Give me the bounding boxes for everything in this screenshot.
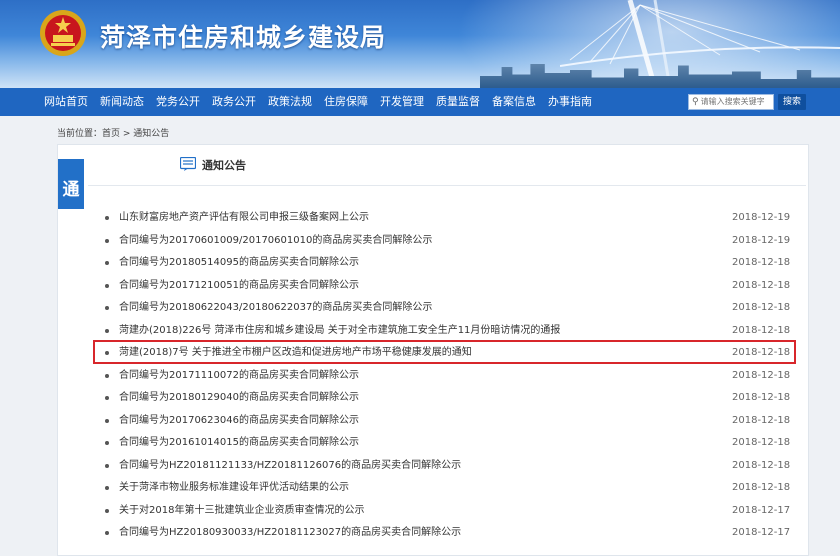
list-item[interactable]: 菏建(2018)7号 关于推进全市棚户区改造和促进房地产市场平稳健康发展的通知 2… [58,342,808,365]
search-placeholder: 请输入搜索关键字 [700,97,765,106]
national-emblem-icon [40,10,86,56]
notice-date: 2018-12-18 [732,459,791,471]
search-input[interactable]: ⚲ 请输入搜索关键字 [688,94,774,110]
notice-title[interactable]: 合同编号为20180514095的商品房买卖合同解除公示 [119,252,359,275]
list-item[interactable]: 关于对2018年第十三批建筑业企业资质审查情况的公示 2018-12-17 [58,500,808,523]
main-nav: 网站首页 新闻动态 党务公开 政务公开 政策法规 住房保障 开发管理 质量监督 … [0,88,840,116]
list-item[interactable]: 合同编号为20161014015的商品房买卖合同解除公示 2018-12-18 [58,432,808,455]
side-tab: 通 [58,159,84,209]
nav-item-records[interactable]: 备案信息 [492,88,536,116]
nav-item-government-affairs[interactable]: 政务公开 [212,88,256,116]
notice-date: 2018-12-18 [732,414,791,426]
notice-list: 山东财富房地产资产评估有限公司申报三级备案网上公示 2018-12-19 合同编号… [58,207,808,545]
notice-title[interactable]: 菏建办(2018)226号 菏泽市住房和城乡建设局 关于对全市建筑施工安全生产1… [119,320,560,343]
site-title: 菏泽市住房和城乡建设局 [100,23,387,52]
nav-item-news[interactable]: 新闻动态 [100,88,144,116]
notice-date: 2018-12-18 [732,437,791,448]
list-item[interactable]: 山东财富房地产资产评估有限公司申报三级备案网上公示 2018-12-19 [58,207,808,230]
list-item[interactable]: 合同编号为20180129040的商品房买卖合同解除公示 2018-12-18 [58,387,808,410]
bullet-icon [105,396,109,400]
notice-title[interactable]: 山东财富房地产资产评估有限公司申报三级备案网上公示 [119,207,369,230]
search-icon: ⚲ [692,97,699,107]
notice-title[interactable]: 合同编号为HZ20181121133/HZ20181126076的商品房买卖合同… [119,455,461,478]
notice-date: 2018-12-18 [732,392,791,403]
notice-date: 2018-12-18 [732,302,791,313]
list-item[interactable]: 菏建办(2018)226号 菏泽市住房和城乡建设局 关于对全市建筑施工安全生产1… [58,320,808,343]
notice-date: 2018-12-18 [732,369,791,381]
bullet-icon [105,441,109,445]
notice-title[interactable]: 合同编号为20180622043/20180622037的商品房买卖合同解除公示 [119,297,432,320]
notice-icon [180,157,196,171]
bullet-icon [105,351,109,355]
breadcrumb: 当前位置：首页 > 通知公告 [57,129,170,139]
list-item[interactable]: 合同编号为20170623046的商品房买卖合同解除公示 2018-12-18 [58,410,808,433]
list-item[interactable]: 合同编号为20171110072的商品房买卖合同解除公示 2018-12-18 [58,365,808,388]
notice-title[interactable]: 合同编号为20161014015的商品房买卖合同解除公示 [119,432,359,455]
notice-title[interactable]: 合同编号为20170601009/20170601010的商品房买卖合同解除公示 [119,230,432,253]
notice-date: 2018-12-18 [732,347,791,358]
bullet-icon [105,531,109,535]
notice-date: 2018-12-18 [732,279,791,291]
nav-item-quality[interactable]: 质量监督 [436,88,480,116]
list-item[interactable]: 合同编号为HZ20180930033/HZ20181123027的商品房买卖合同… [58,522,808,545]
search-button[interactable]: 搜索 [778,94,806,110]
notice-title[interactable]: 关于菏泽市物业服务标准建设年评优活动结果的公示 [119,477,349,500]
notice-title[interactable]: 合同编号为20180129040的商品房买卖合同解除公示 [119,387,359,410]
nav-item-housing-security[interactable]: 住房保障 [324,88,368,116]
list-item[interactable]: 合同编号为20180622043/20180622037的商品房买卖合同解除公示… [58,297,808,320]
notice-date: 2018-12-18 [732,257,791,268]
bullet-icon [105,283,109,288]
nav-item-development[interactable]: 开发管理 [380,88,424,116]
panel-header: 通知公告 [88,145,806,186]
notice-title[interactable]: 合同编号为HZ20180930033/HZ20181123027的商品房买卖合同… [119,522,461,545]
bullet-icon [105,373,109,378]
notice-title[interactable]: 关于对2018年第十三批建筑业企业资质审查情况的公示 [119,500,364,523]
list-item[interactable]: 合同编号为20171210051的商品房买卖合同解除公示 2018-12-18 [58,275,808,298]
notice-date: 2018-12-19 [732,234,791,246]
list-item[interactable]: 合同编号为HZ20181121133/HZ20181126076的商品房买卖合同… [58,455,808,478]
list-item[interactable]: 关于菏泽市物业服务标准建设年评优活动结果的公示 2018-12-18 [58,477,808,500]
site-header: 菏泽市住房和城乡建设局 [0,0,840,88]
nav-item-policies[interactable]: 政策法规 [268,88,312,116]
notice-panel: 通 通知公告 山东财富房地产资产评估有限公司申报三级备案网上公示 2018-12-… [57,144,809,556]
bullet-icon [105,418,109,423]
bullet-icon [105,238,109,243]
nav-item-party-affairs[interactable]: 党务公开 [156,88,200,116]
notice-date: 2018-12-17 [732,504,791,516]
bullet-icon [105,306,109,310]
nav-item-guide[interactable]: 办事指南 [548,88,592,116]
notice-date: 2018-12-19 [732,212,791,223]
notice-title[interactable]: 合同编号为20171110072的商品房买卖合同解除公示 [119,365,359,388]
notice-title[interactable]: 合同编号为20170623046的商品房买卖合同解除公示 [119,410,359,433]
nav-item-home[interactable]: 网站首页 [44,88,88,116]
bullet-icon [105,508,109,513]
notice-date: 2018-12-18 [732,482,791,493]
notice-date: 2018-12-18 [732,324,791,336]
bullet-icon [105,486,109,490]
notice-title[interactable]: 合同编号为20171210051的商品房买卖合同解除公示 [119,275,359,298]
list-item[interactable]: 合同编号为20180514095的商品房买卖合同解除公示 2018-12-18 [58,252,808,275]
bullet-icon [105,261,109,265]
panel-title: 通知公告 [202,159,246,172]
bullet-icon [105,328,109,333]
list-item[interactable]: 合同编号为20170601009/20170601010的商品房买卖合同解除公示… [58,230,808,253]
notice-title[interactable]: 菏建(2018)7号 关于推进全市棚户区改造和促进房地产市场平稳健康发展的通知 [119,342,472,365]
notice-date: 2018-12-17 [732,527,791,538]
bullet-icon [105,463,109,468]
bullet-icon [105,216,109,220]
